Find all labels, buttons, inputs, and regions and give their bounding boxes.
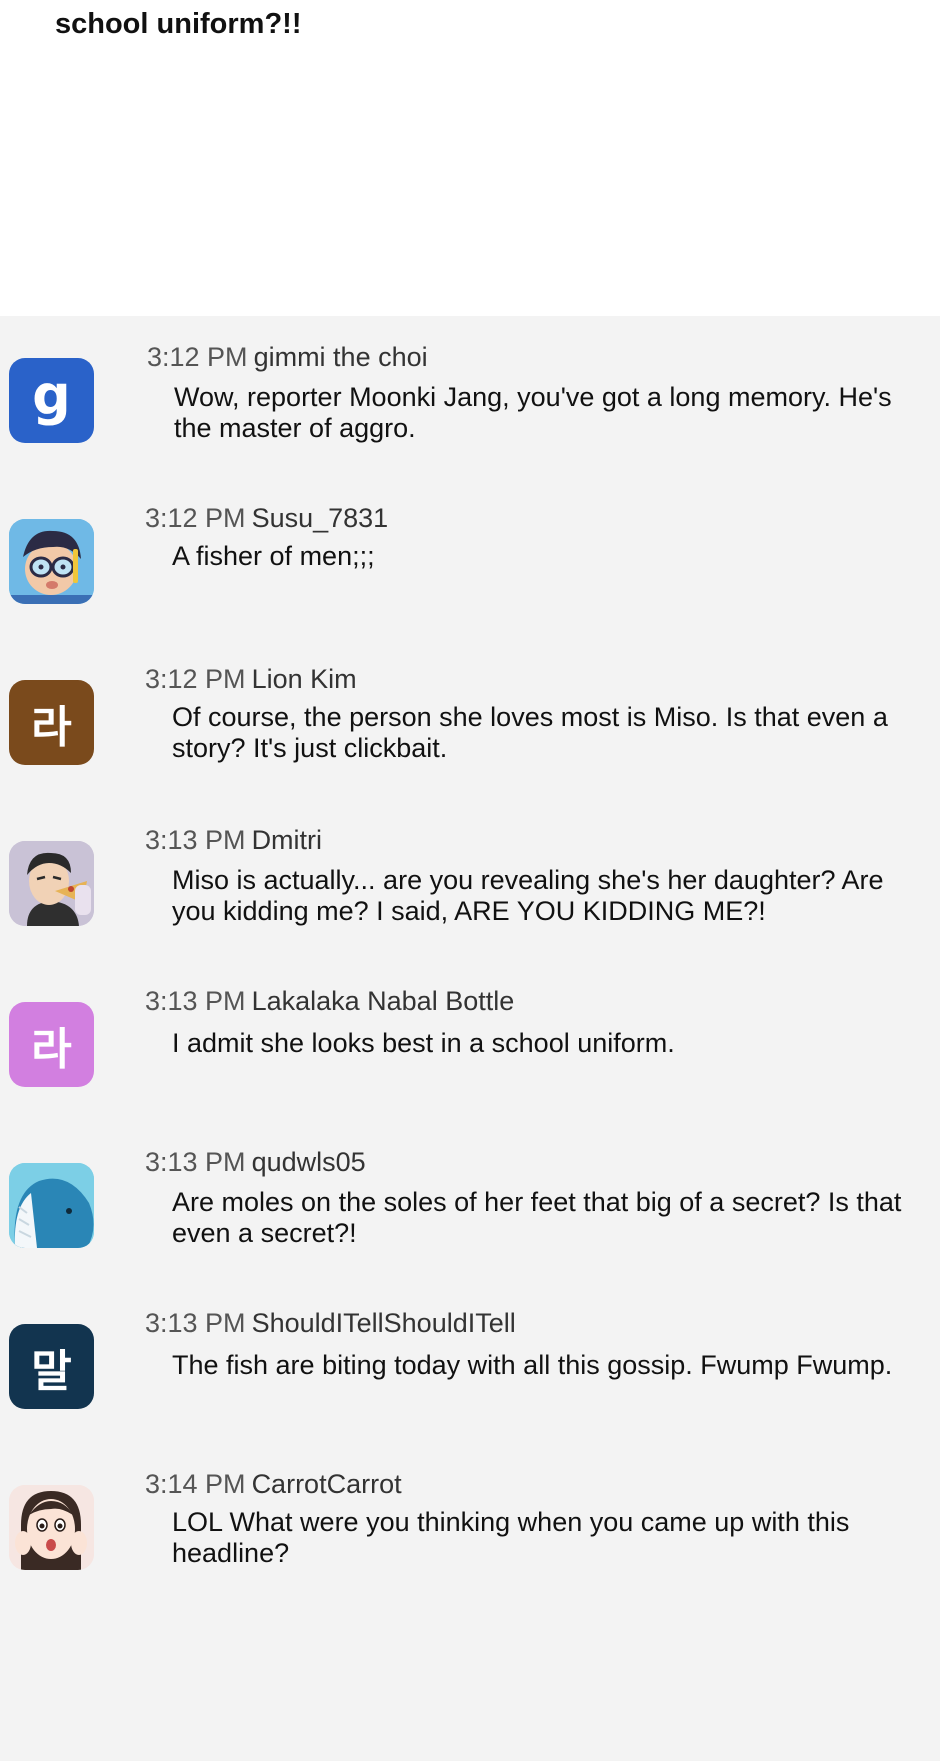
surprised-girl-icon[interactable]: [9, 1485, 94, 1570]
comment-time: 3:13 PM: [145, 1308, 246, 1338]
avatar-glyph: 라: [31, 1023, 72, 1075]
comment-meta: 3:12 PM gimmi the choi: [147, 340, 428, 374]
comment-username[interactable]: ShouldITellShouldITell: [252, 1308, 516, 1338]
comment-item: 3:14 PM CarrotCarrot LOL What were you th…: [0, 1443, 940, 1593]
comment-text: A fisher of men;;;: [172, 541, 375, 571]
comment-username[interactable]: Dmitri: [252, 825, 322, 855]
whale-icon[interactable]: [9, 1163, 94, 1248]
snorkel-boy-illustration: [9, 519, 94, 604]
comment-meta: 3:13 PM ShouldITellShouldITell: [145, 1306, 516, 1340]
comment-meta: 3:13 PM Lakalaka Nabal Bottle: [145, 984, 514, 1018]
comment-text: Miso is actually... are you revealing sh…: [172, 865, 884, 926]
article-headline-area: school uniform?!!: [0, 0, 940, 316]
comment-meta: 3:12 PM Susu_7831: [145, 501, 388, 535]
avatar-letter-g-icon[interactable]: g: [9, 358, 94, 443]
avatar-letter-ra-icon[interactable]: 라: [9, 1002, 94, 1087]
headline-line: school uniform?!!: [55, 8, 302, 40]
man-eating-pizza-illustration: [9, 841, 94, 926]
surprised-girl-illustration: [9, 1485, 94, 1570]
comment-time: 3:14 PM: [145, 1469, 246, 1499]
comment-item: 라 3:13 PM Lakalaka Nabal Bottle I admit s…: [0, 960, 940, 1110]
comment-time: 3:12 PM: [145, 664, 246, 694]
avatar-glyph: 라: [31, 701, 72, 753]
comment-meta: 3:14 PM CarrotCarrot: [145, 1467, 402, 1501]
comment-item: 말 3:13 PM ShouldITellShouldITell The fish…: [0, 1282, 940, 1432]
comment-time: 3:12 PM: [147, 342, 248, 372]
comment-username[interactable]: Lakalaka Nabal Bottle: [252, 986, 515, 1016]
snorkel-boy-icon[interactable]: [9, 519, 94, 604]
comment-item: 3:12 PM Susu_7831 A fisher of men;;;: [0, 477, 940, 627]
avatar-letter-ra-icon[interactable]: 라: [9, 680, 94, 765]
avatar-glyph: g: [32, 364, 71, 427]
comment-meta: 3:12 PM Lion Kim: [145, 662, 357, 696]
comment-time: 3:13 PM: [145, 986, 246, 1016]
man-eating-pizza-icon[interactable]: [9, 841, 94, 926]
avatar-letter-mal-icon[interactable]: 말: [9, 1324, 94, 1409]
comment-username[interactable]: gimmi the choi: [254, 342, 428, 372]
comment-username[interactable]: qudwls05: [252, 1147, 366, 1177]
comment-text: Of course, the person she loves most is …: [172, 702, 888, 763]
comment-time: 3:13 PM: [145, 1147, 246, 1177]
comment-list: g 3:12 PM gimmi the choi Wow, reporter Mo…: [0, 316, 940, 1761]
comment-text: I admit she looks best in a school unifo…: [172, 1028, 675, 1058]
comment-text: LOL What were you thinking when you came…: [172, 1507, 850, 1568]
whale-illustration: [9, 1163, 94, 1248]
comment-item: g 3:12 PM gimmi the choi Wow, reporter Mo…: [0, 316, 940, 466]
comment-time: 3:13 PM: [145, 825, 246, 855]
comment-username[interactable]: Lion Kim: [252, 664, 357, 694]
comment-item: 3:13 PM qudwls05 Are moles on the soles o…: [0, 1121, 940, 1271]
comment-username[interactable]: Susu_7831: [252, 503, 389, 533]
comment-text: Are moles on the soles of her feet that …: [172, 1187, 902, 1248]
avatar-glyph: 말: [31, 1345, 72, 1397]
comment-username[interactable]: CarrotCarrot: [252, 1469, 402, 1499]
comment-time: 3:12 PM: [145, 503, 246, 533]
comment-text: The fish are biting today with all this …: [172, 1350, 893, 1380]
comment-item: 3:13 PM Dmitri Miso is actually... are yo…: [0, 799, 940, 949]
comment-item: 라 3:12 PM Lion Kim Of course, the person …: [0, 638, 940, 788]
comment-meta: 3:13 PM qudwls05: [145, 1145, 366, 1179]
comment-text: Wow, reporter Moonki Jang, you've got a …: [174, 382, 892, 443]
comment-meta: 3:13 PM Dmitri: [145, 823, 322, 857]
